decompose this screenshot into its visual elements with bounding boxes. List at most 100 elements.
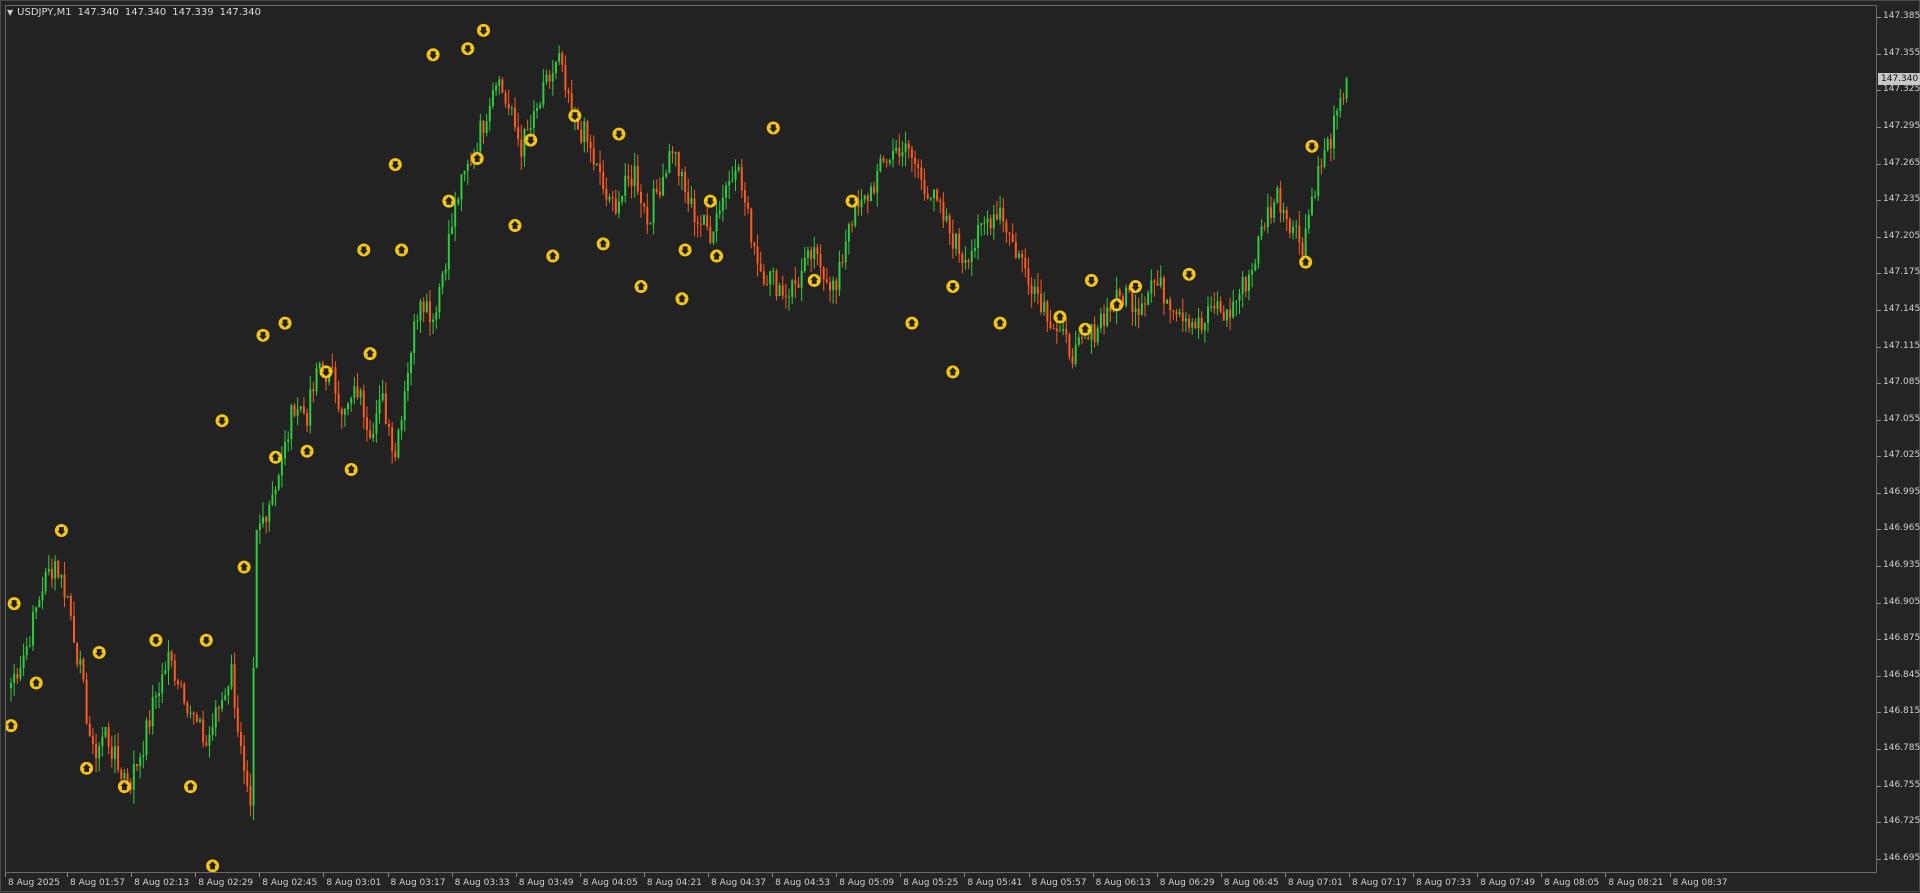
bull-candle bbox=[624, 175, 627, 196]
chart-window[interactable]: ▼ USDJPY,M1 147.340 147.340 147.339 147.… bbox=[0, 0, 1920, 892]
bull-candle bbox=[558, 53, 561, 62]
time-tick-label: 8 Aug 07:17 bbox=[1352, 878, 1407, 888]
price-tick-label: 146.725 bbox=[1883, 816, 1920, 827]
bull-candle bbox=[1333, 115, 1335, 149]
price-tick: 146.785 bbox=[1877, 743, 1920, 753]
fractal-down-icon bbox=[710, 249, 724, 263]
bull-candle bbox=[983, 222, 986, 224]
bull-candle bbox=[1241, 276, 1244, 294]
bull-candle bbox=[13, 673, 16, 684]
bear-candle bbox=[866, 195, 869, 202]
bear-candle bbox=[183, 684, 186, 704]
bull-candle bbox=[1345, 78, 1348, 99]
bear-candle bbox=[180, 684, 183, 686]
bull-candle bbox=[844, 241, 847, 263]
bear-candle bbox=[1288, 219, 1291, 233]
bull-candle bbox=[1203, 322, 1206, 331]
fractal-up-icon bbox=[92, 645, 106, 659]
bear-candle bbox=[1027, 268, 1030, 286]
bear-candle bbox=[362, 390, 365, 418]
bull-candle bbox=[999, 207, 1002, 220]
time-axis[interactable]: 8 Aug 2025 8 Aug 01:57 8 Aug 02:13 8 Aug 02… bbox=[5, 873, 1877, 893]
bull-candle bbox=[715, 213, 718, 232]
bull-candle bbox=[488, 105, 491, 122]
bear-candle bbox=[1005, 221, 1008, 233]
bull-candle bbox=[258, 523, 261, 530]
bull-candle bbox=[230, 664, 233, 687]
bull-candle bbox=[1147, 293, 1150, 305]
price-tick-label: 147.025 bbox=[1883, 450, 1920, 461]
bear-candle bbox=[195, 714, 198, 722]
bull-candle bbox=[725, 185, 728, 198]
bull-candle bbox=[1191, 322, 1194, 328]
time-tick-label: 8 Aug 03:49 bbox=[518, 878, 574, 888]
fractal-up-icon bbox=[54, 523, 68, 537]
price-axis[interactable]: 147.385 147.355 147.325 147.295 147.265 147.2… bbox=[1877, 5, 1920, 873]
chevron-down-icon[interactable]: ▼ bbox=[7, 8, 13, 17]
bear-candle bbox=[1118, 289, 1121, 297]
price-tick-label: 147.295 bbox=[1883, 120, 1920, 131]
price-chart-plot[interactable] bbox=[5, 5, 1877, 873]
bear-candle bbox=[507, 103, 510, 109]
bear-candle bbox=[428, 301, 431, 323]
bull-candle bbox=[1106, 307, 1109, 326]
bear-candle bbox=[170, 651, 173, 661]
bull-candle bbox=[964, 259, 967, 263]
time-tick-label: 8 Aug 03:33 bbox=[454, 878, 510, 888]
fractal-up-icon bbox=[1084, 273, 1098, 287]
bear-candle bbox=[1329, 139, 1332, 149]
bear-candle bbox=[995, 214, 998, 220]
bear-candle bbox=[936, 189, 939, 201]
bull-candle bbox=[315, 368, 318, 392]
fractal-up-icon bbox=[319, 365, 333, 379]
bull-candle bbox=[860, 199, 863, 208]
fractal-down-icon bbox=[634, 280, 648, 294]
bear-candle bbox=[762, 271, 765, 284]
bear-candle bbox=[766, 283, 768, 285]
fractal-down-icon bbox=[1299, 255, 1313, 269]
price-tick: 146.875 bbox=[1877, 633, 1920, 643]
bear-candle bbox=[548, 74, 551, 82]
bull-candle bbox=[444, 269, 447, 274]
bear-candle bbox=[643, 203, 646, 207]
bull-candle bbox=[901, 152, 904, 157]
fractal-up-icon bbox=[357, 243, 371, 257]
bull-candle bbox=[142, 755, 145, 758]
symbol-header[interactable]: ▼ USDJPY,M1 147.340 147.340 147.339 147.… bbox=[7, 7, 261, 18]
bull-candle bbox=[583, 121, 586, 143]
bear-candle bbox=[1153, 280, 1156, 283]
fractal-up-icon bbox=[256, 328, 270, 342]
fractal-down-icon bbox=[184, 780, 198, 794]
fractal-down-icon bbox=[596, 237, 610, 251]
fractal-down-icon bbox=[946, 365, 960, 379]
bull-candle bbox=[980, 223, 983, 225]
bear-candle bbox=[1040, 293, 1043, 313]
fractal-down-icon bbox=[300, 444, 314, 458]
bull-candle bbox=[1033, 286, 1036, 294]
time-tick-label: 8 Aug 05:57 bbox=[1031, 878, 1087, 888]
bear-candle bbox=[293, 405, 296, 416]
bear-candle bbox=[1008, 232, 1011, 235]
bull-candle bbox=[211, 727, 214, 735]
bull-candle bbox=[1247, 274, 1250, 291]
bull-candle bbox=[1084, 337, 1087, 339]
price-tick-label: 146.935 bbox=[1883, 560, 1920, 571]
bull-candle bbox=[35, 607, 38, 612]
price-tick-label: 146.845 bbox=[1883, 669, 1920, 680]
bull-candle bbox=[892, 150, 894, 160]
bear-candle bbox=[961, 254, 964, 263]
bull-candle bbox=[425, 301, 428, 313]
bull-candle bbox=[139, 757, 142, 767]
bull-candle bbox=[271, 494, 274, 505]
bear-candle bbox=[1052, 328, 1055, 330]
bull-candle bbox=[60, 574, 63, 578]
bear-candle bbox=[640, 191, 642, 204]
time-tick-label: 8 Aug 05:09 bbox=[839, 878, 895, 888]
fractal-up-icon bbox=[278, 316, 292, 330]
bull-candle bbox=[435, 312, 438, 320]
bull-candle bbox=[510, 107, 513, 109]
time-tick-label: 8 Aug 04:21 bbox=[646, 878, 702, 888]
bear-candle bbox=[1024, 257, 1027, 269]
price-tick: 147.295 bbox=[1877, 121, 1920, 131]
time-tick-label: 8 Aug 04:37 bbox=[711, 878, 766, 888]
